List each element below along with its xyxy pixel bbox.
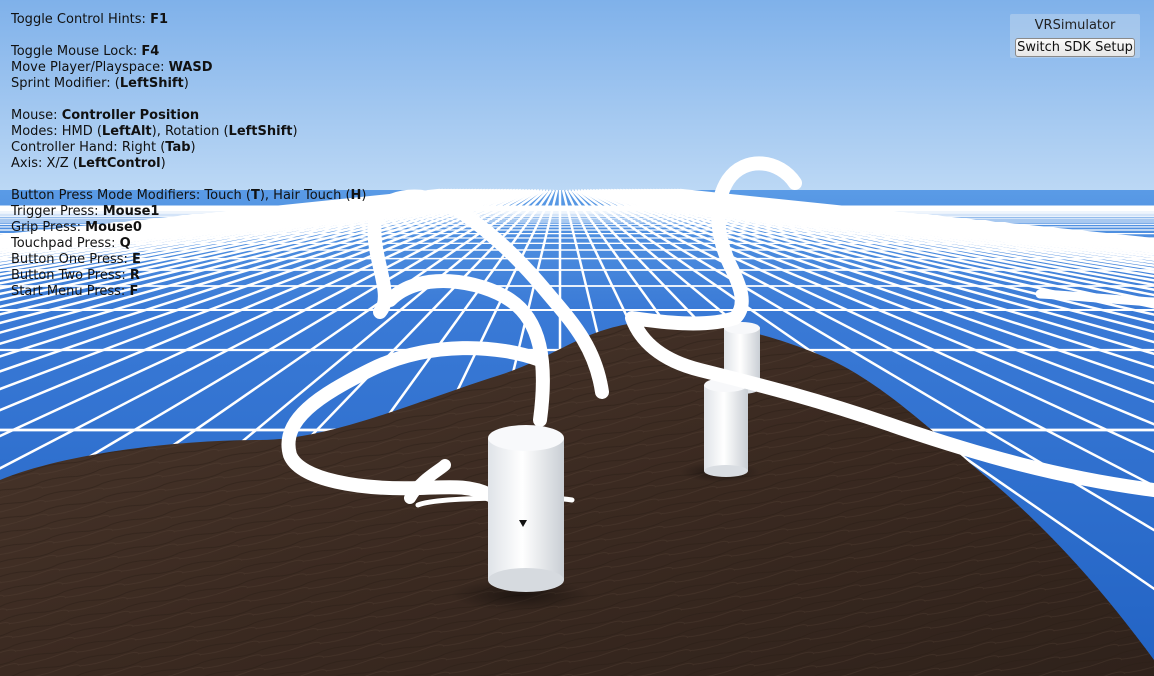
hint-label: Sprint Modifier: ( bbox=[11, 76, 120, 91]
hint-key: Q bbox=[119, 236, 131, 251]
control-hint-line: Controller Hand: Right (Tab) bbox=[11, 140, 366, 156]
hint-label: Button Press Mode Modifiers: Touch ( bbox=[11, 188, 251, 203]
control-hint-line: Button Press Mode Modifiers: Touch (T), … bbox=[11, 188, 366, 204]
hint-spacer bbox=[11, 28, 366, 44]
hint-key: LeftShift bbox=[119, 76, 184, 91]
hint-spacer bbox=[11, 92, 366, 108]
hint-key: Mouse0 bbox=[85, 220, 142, 235]
cylinder-front[interactable] bbox=[488, 425, 564, 592]
cylinder-middle[interactable] bbox=[704, 378, 748, 477]
vrsimulator-panel: VRSimulator Switch SDK Setup bbox=[1010, 14, 1140, 58]
hint-label: Touchpad Press: bbox=[11, 236, 120, 251]
hint-key: LeftShift bbox=[228, 124, 293, 139]
hint-key: F bbox=[129, 284, 139, 299]
hint-label: Toggle Mouse Lock: bbox=[11, 44, 142, 59]
hint-key: LeftAlt bbox=[101, 124, 152, 139]
control-hint-line: Axis: X/Z (LeftControl) bbox=[11, 156, 366, 172]
hint-key: R bbox=[129, 268, 140, 283]
hint-label: Toggle Control Hints: bbox=[11, 12, 151, 27]
hint-key: LeftControl bbox=[77, 156, 161, 171]
vrsimulator-title: VRSimulator bbox=[1034, 18, 1116, 33]
hint-suffix: ) bbox=[183, 76, 189, 91]
hint-label: Grip Press: bbox=[11, 220, 86, 235]
hint-suffix: ), Rotation ( bbox=[151, 124, 229, 139]
control-hint-line: Button One Press: E bbox=[11, 252, 366, 268]
hint-suffix: ) bbox=[190, 140, 196, 155]
hint-suffix: ) bbox=[160, 156, 166, 171]
control-hint-line: Modes: HMD (LeftAlt), Rotation (LeftShif… bbox=[11, 124, 366, 140]
hint-label: Mouse: bbox=[11, 108, 62, 123]
hint-key: F4 bbox=[141, 44, 160, 59]
hint-label: Button Two Press: bbox=[11, 268, 130, 283]
hint-spacer bbox=[11, 172, 366, 188]
control-hint-line: Button Two Press: R bbox=[11, 268, 366, 284]
control-hint-line: Trigger Press: Mouse1 bbox=[11, 204, 366, 220]
control-hint-line: Move Player/Playspace: WASD bbox=[11, 60, 366, 76]
control-hint-line: Toggle Mouse Lock: F4 bbox=[11, 44, 366, 60]
control-hints-panel: Toggle Control Hints: F1 Toggle Mouse Loc… bbox=[11, 12, 366, 300]
hint-label: Controller Hand: Right ( bbox=[11, 140, 166, 155]
hint-key: Controller Position bbox=[61, 108, 200, 123]
hint-key: F1 bbox=[150, 12, 169, 27]
hint-key: Mouse1 bbox=[102, 204, 160, 219]
hint-key: WASD bbox=[168, 60, 213, 75]
hint-label: Button One Press: bbox=[11, 252, 133, 267]
control-hint-line: Grip Press: Mouse0 bbox=[11, 220, 366, 236]
control-hint-line: Toggle Control Hints: F1 bbox=[11, 12, 366, 28]
hint-key: T bbox=[250, 188, 260, 203]
hint-label: Trigger Press: bbox=[11, 204, 103, 219]
switch-sdk-setup-button[interactable]: Switch SDK Setup bbox=[1015, 38, 1135, 57]
hint-key: H bbox=[350, 188, 362, 203]
hint-label: Axis: X/Z ( bbox=[11, 156, 78, 171]
hint-label: Start Menu Press: bbox=[11, 284, 130, 299]
control-hint-line: Sprint Modifier: (LeftShift) bbox=[11, 76, 366, 92]
hint-key: E bbox=[132, 252, 141, 267]
hint-suffix: ), Hair Touch ( bbox=[259, 188, 351, 203]
control-hint-line: Touchpad Press: Q bbox=[11, 236, 366, 252]
hint-label: Modes: HMD ( bbox=[11, 124, 102, 139]
control-hint-line: Start Menu Press: F bbox=[11, 284, 366, 300]
hint-suffix: ) bbox=[361, 188, 367, 203]
hint-key: Tab bbox=[165, 140, 191, 155]
control-hint-line: Mouse: Controller Position bbox=[11, 108, 366, 124]
hint-suffix: ) bbox=[292, 124, 298, 139]
hint-label: Move Player/Playspace: bbox=[11, 60, 169, 75]
